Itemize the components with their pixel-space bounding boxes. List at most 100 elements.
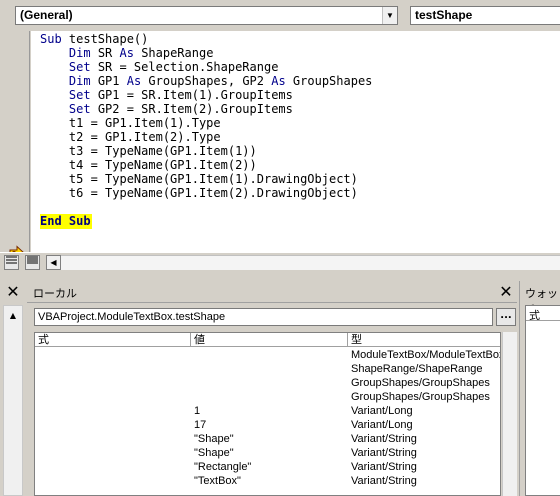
code-line: Set GP1 = SR.Item(1).GroupItems bbox=[40, 88, 372, 102]
cell-type: GroupShapes/GroupShapes bbox=[351, 377, 490, 389]
watch-list[interactable]: 式 bbox=[525, 305, 560, 496]
code-line: Dim SR As ShapeRange bbox=[40, 46, 372, 60]
code-keyword: Dim bbox=[68, 46, 98, 60]
table-row[interactable]: t3"Shape"Variant/String bbox=[35, 432, 500, 446]
table-row[interactable]: t5"Rectangle"Variant/String bbox=[35, 460, 500, 474]
current-statement-text: End Sub bbox=[40, 214, 91, 228]
code-line: Set SR = Selection.ShapeRange bbox=[40, 60, 372, 74]
code-window: (General) ▼ testShape Sub testShape() Di… bbox=[0, 0, 560, 272]
code-text: GroupShapes bbox=[292, 74, 373, 88]
chevron-up-icon[interactable]: ▲ bbox=[6, 309, 20, 323]
table-row[interactable]: t11Variant/Long bbox=[35, 404, 500, 418]
cell-type: Variant/String bbox=[351, 461, 417, 473]
code-keyword: As bbox=[271, 74, 293, 88]
cell-type: ShapeRange/ShapeRange bbox=[351, 363, 483, 375]
cell-type: Variant/Long bbox=[351, 419, 413, 431]
code-editor[interactable]: Sub testShape() Dim SR As ShapeRange Set… bbox=[31, 31, 560, 252]
cell-type: Variant/String bbox=[351, 447, 417, 459]
code-keyword: As bbox=[126, 74, 149, 88]
cell-value: "Rectangle" bbox=[194, 461, 252, 473]
locals-left-scrollbar[interactable]: ▲ bbox=[3, 305, 23, 496]
column-header-type[interactable]: 型 bbox=[348, 333, 500, 346]
procedure-combo[interactable]: testShape bbox=[410, 6, 560, 25]
code-line: t6 = TypeName(GP1.Item(2).DrawingObject) bbox=[40, 186, 372, 200]
code-text: testShape() bbox=[68, 32, 149, 46]
code-line: t2 = GP1.Item(2).Type bbox=[40, 130, 372, 144]
locals-window: ✕ ローカル ✕ ▲ VBAProject.ModuleTextBox.test… bbox=[0, 281, 517, 496]
code-line: t3 = TypeName(GP1.Item(1)) bbox=[40, 144, 372, 158]
code-line: Sub testShape() bbox=[40, 32, 372, 46]
code-text: t2 = GP1.Item(2).Type bbox=[40, 130, 221, 144]
procedure-combo-value: testShape bbox=[415, 8, 473, 22]
cell-value: 1 bbox=[194, 405, 201, 417]
code-text: GP2 = SR.Item(2).GroupItems bbox=[97, 102, 293, 116]
cell-type: Variant/String bbox=[351, 475, 417, 487]
cell-value: "Shape" bbox=[194, 433, 234, 445]
code-text: ShapeRange bbox=[141, 46, 214, 60]
table-row[interactable]: +GP1GroupShapes/GroupShapes bbox=[35, 376, 500, 390]
code-line: t5 = TypeName(GP1.Item(1).DrawingObject) bbox=[40, 172, 372, 186]
close-icon[interactable]: ✕ bbox=[5, 284, 21, 300]
code-keyword: Dim bbox=[68, 74, 98, 88]
scroll-left-button[interactable]: ◀ bbox=[46, 255, 61, 270]
code-text: GP1 bbox=[97, 74, 127, 88]
full-module-view-icon bbox=[27, 256, 38, 264]
code-text: t6 = TypeName(GP1.Item(2).DrawingObject) bbox=[40, 186, 358, 200]
procedure-view-button[interactable] bbox=[4, 255, 19, 270]
cell-type: Variant/Long bbox=[351, 405, 413, 417]
column-header-expression[interactable]: 式 bbox=[35, 333, 191, 346]
call-stack-button[interactable]: ... bbox=[496, 308, 516, 326]
table-row[interactable]: +ModuleTextBoxModuleTextBox/ModuleTextBo… bbox=[35, 348, 501, 362]
locals-title: ローカル bbox=[33, 287, 77, 300]
code-text: SR = Selection.ShapeRange bbox=[97, 60, 279, 74]
full-module-view-button[interactable] bbox=[25, 255, 40, 270]
cell-value: 17 bbox=[194, 419, 207, 431]
cell-type: ModuleTextBox/ModuleTextBox bbox=[351, 349, 501, 361]
code-line: t4 = TypeName(GP1.Item(2)) bbox=[40, 158, 372, 172]
cell-value: "TextBox" bbox=[194, 475, 241, 487]
object-combo[interactable]: (General) ▼ bbox=[15, 6, 398, 25]
header-divider bbox=[526, 320, 560, 321]
code-keyword: Set bbox=[68, 60, 98, 74]
code-keyword: Sub bbox=[40, 32, 69, 46]
code-keyword: Set bbox=[68, 102, 98, 116]
call-stack-context: VBAProject.ModuleTextBox.testShape bbox=[34, 308, 493, 326]
locals-title-bar: ローカル ✕ bbox=[27, 282, 517, 303]
object-combo-value: (General) bbox=[20, 8, 73, 22]
code-text: t4 = TypeName(GP1.Item(2)) bbox=[40, 158, 257, 172]
table-row[interactable]: +GP2GroupShapes/GroupShapes bbox=[35, 390, 500, 404]
code-text: SR bbox=[97, 46, 120, 60]
code-text: t3 = TypeName(GP1.Item(1)) bbox=[40, 144, 257, 158]
chevron-down-icon[interactable]: ▼ bbox=[382, 7, 397, 24]
code-keyword: As bbox=[119, 46, 142, 60]
table-row[interactable]: t4"Shape"Variant/String bbox=[35, 446, 500, 460]
code-text: t5 = TypeName(GP1.Item(1).DrawingObject) bbox=[40, 172, 358, 186]
code-text: t1 = GP1.Item(1).Type bbox=[40, 116, 221, 130]
column-header-value[interactable]: 値 bbox=[191, 333, 348, 346]
margin-indicator-bar[interactable] bbox=[0, 31, 30, 261]
locals-vertical-scrollbar[interactable] bbox=[502, 332, 517, 496]
cell-type: GroupShapes/GroupShapes bbox=[351, 391, 490, 403]
current-statement: End Sub bbox=[40, 214, 92, 229]
table-row[interactable]: +SRShapeRange/ShapeRange bbox=[35, 362, 500, 376]
cell-value: "Shape" bbox=[194, 447, 234, 459]
view-bar: ◀ bbox=[0, 252, 560, 272]
header-divider bbox=[35, 346, 500, 347]
code-lines: Sub testShape() Dim SR As ShapeRange Set… bbox=[40, 32, 372, 200]
watch-window: ウォッチ 式 bbox=[519, 281, 560, 496]
procedure-view-icon bbox=[6, 256, 17, 264]
code-text: GP1 = SR.Item(1).GroupItems bbox=[97, 88, 293, 102]
code-text: GroupShapes, GP2 bbox=[148, 74, 272, 88]
code-keyword: Set bbox=[68, 88, 98, 102]
locals-table: 式 値 型 +ModuleTextBoxModuleTextBox/Module… bbox=[34, 332, 501, 496]
code-line: t1 = GP1.Item(1).Type bbox=[40, 116, 372, 130]
horizontal-scrollbar[interactable] bbox=[61, 255, 560, 270]
close-icon[interactable]: ✕ bbox=[498, 283, 514, 301]
table-row[interactable]: t6"TextBox"Variant/String bbox=[35, 474, 500, 488]
table-row[interactable]: t217Variant/Long bbox=[35, 418, 500, 432]
